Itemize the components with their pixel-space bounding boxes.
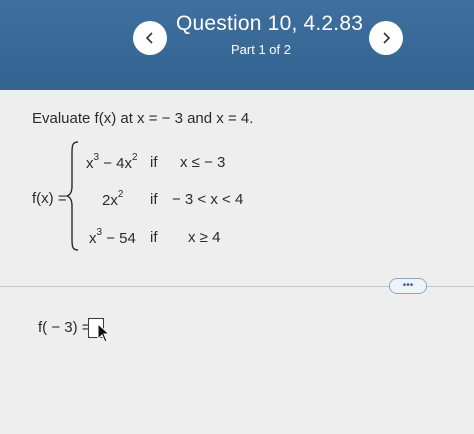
case-1-condition: x ≤ − 3 xyxy=(180,154,226,171)
case-3-if: if xyxy=(150,229,158,246)
question-prompt: Evaluate f(x) at x = − 3 and x = 4. xyxy=(32,110,254,127)
case-3-condition: x ≥ 4 xyxy=(188,229,221,246)
chevron-left-icon xyxy=(145,32,153,44)
next-question-button[interactable] xyxy=(369,21,403,55)
case-2-expression: 2x2 xyxy=(102,189,124,209)
answer-label: f( − 3) = xyxy=(38,319,91,336)
more-options-button[interactable]: ••• xyxy=(389,278,427,294)
case-3-expression: x3 − 54 xyxy=(89,227,136,247)
question-header: Question 10, 4.2.83 Part 1 of 2 xyxy=(0,0,474,90)
question-title: Question 10, 4.2.83 xyxy=(176,12,364,35)
mouse-pointer-icon xyxy=(97,323,111,343)
question-content: Evaluate f(x) at x = − 3 and x = 4. f(x)… xyxy=(0,90,474,434)
function-label: f(x) = xyxy=(32,190,67,207)
case-2-if: if xyxy=(150,191,158,208)
case-1-if: if xyxy=(150,154,158,171)
chevron-right-icon xyxy=(383,32,391,44)
question-part: Part 1 of 2 xyxy=(231,42,291,57)
previous-question-button[interactable] xyxy=(133,21,167,55)
case-1-expression: x3 − 4x2 xyxy=(86,152,138,172)
case-2-condition: − 3 < x < 4 xyxy=(172,191,244,208)
piecewise-brace xyxy=(66,141,79,251)
